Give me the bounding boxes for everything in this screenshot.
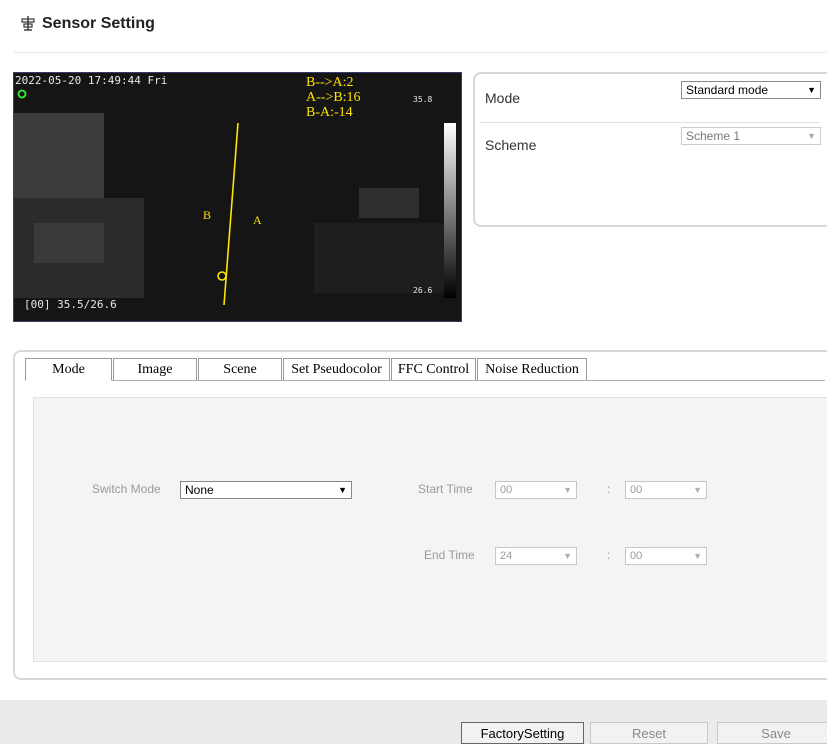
count-difference: B-A:-14 <box>306 105 353 120</box>
start-minute-value: 00 <box>630 484 643 496</box>
tab-ffc-control[interactable]: FFC Control <box>391 358 476 380</box>
tab-baseline <box>25 380 825 381</box>
scale-max: 35.8 <box>413 95 433 104</box>
scale-min: 26.6 <box>413 286 433 295</box>
mode-tab-content <box>33 397 827 662</box>
end-time-label: End Time <box>424 548 475 562</box>
video-timestamp: 2022-05-20 17:49:44 Fri <box>15 74 168 87</box>
chevron-down-icon: ▼ <box>807 131 816 141</box>
switch-mode-value: None <box>185 483 214 497</box>
chevron-down-icon: ▼ <box>693 485 702 495</box>
mode-select[interactable]: Standard mode ▼ <box>681 81 821 99</box>
chevron-down-icon: ▼ <box>338 485 347 495</box>
sensor-icon <box>20 15 36 34</box>
mode-divider <box>480 122 820 123</box>
end-hour-select[interactable]: 24 ▼ <box>495 547 577 565</box>
tab-scene[interactable]: Scene <box>198 358 282 380</box>
end-minute-value: 00 <box>630 550 643 562</box>
count-a-to-b: A-->B:16 <box>306 90 361 105</box>
end-minute-select[interactable]: 00 ▼ <box>625 547 707 565</box>
start-time-label: Start Time <box>418 482 473 496</box>
scheme-select-value: Scheme 1 <box>686 129 741 143</box>
reset-button[interactable]: Reset <box>590 722 708 744</box>
tab-noise-reduction[interactable]: Noise Reduction <box>477 358 587 380</box>
save-button[interactable]: Save <box>717 722 827 744</box>
side-b-label: B <box>203 208 212 222</box>
chevron-down-icon: ▼ <box>563 485 572 495</box>
chevron-down-icon: ▼ <box>693 551 702 561</box>
chevron-down-icon: ▼ <box>807 85 816 95</box>
page-title: Sensor Setting <box>42 15 155 32</box>
switch-mode-label: Switch Mode <box>92 482 161 496</box>
mode-label: Mode <box>485 90 521 106</box>
video-scene <box>14 73 461 321</box>
chevron-down-icon: ▼ <box>563 551 572 561</box>
count-b-to-a: B-->A:2 <box>306 75 354 90</box>
header-divider <box>14 52 827 53</box>
page-header: Sensor Setting <box>20 12 155 36</box>
scheme-select[interactable]: Scheme 1 ▼ <box>681 127 821 145</box>
start-hour-select[interactable]: 00 ▼ <box>495 481 577 499</box>
tab-mode[interactable]: Mode <box>25 358 112 381</box>
side-a-label: A <box>253 213 262 227</box>
start-time-colon: : <box>607 482 611 496</box>
mode-select-value: Standard mode <box>686 83 769 97</box>
tab-set-pseudocolor[interactable]: Set Pseudocolor <box>283 358 390 380</box>
start-minute-select[interactable]: 00 ▼ <box>625 481 707 499</box>
tab-image[interactable]: Image <box>113 358 197 380</box>
start-hour-value: 00 <box>500 484 513 496</box>
temperature-reading: [00] 35.5/26.6 <box>24 298 117 311</box>
end-time-colon: : <box>607 548 611 562</box>
switch-mode-select[interactable]: None ▼ <box>180 481 352 499</box>
end-hour-value: 24 <box>500 550 513 562</box>
thermal-video-preview[interactable]: 2022-05-20 17:49:44 Fri B-->A:2 A-->B:16… <box>13 72 462 322</box>
factory-setting-button[interactable]: FactorySetting <box>461 722 584 744</box>
scheme-label: Scheme <box>485 137 537 153</box>
